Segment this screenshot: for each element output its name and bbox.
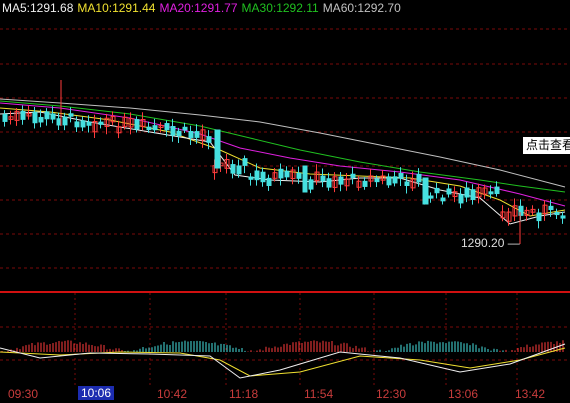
candle-down [434,187,440,194]
candlestick-chart[interactable] [0,0,570,385]
candle-down [398,173,404,179]
candle-down [326,178,332,188]
candle-down [248,176,254,180]
candle-down [68,113,74,117]
ma20-line [0,102,566,207]
candle-down [176,130,182,137]
candle-down [458,194,464,204]
ma5-value: MA5:1291.68 [2,1,74,15]
candle-down [50,113,56,120]
candle-down [182,126,188,131]
candle-down [62,116,68,126]
ma5-line [0,111,566,225]
candle-down [80,120,86,128]
candle-down [32,111,38,124]
ma30-value: MA30:1292.11 [241,1,319,15]
candle-down [548,205,554,211]
moving-average-legend: MA5:1291.68 MA10:1291.44 MA20:1291.77 MA30:… [2,1,405,15]
candle-down [194,131,200,138]
time-label-1042: 10:42 [157,387,188,401]
candle-down [362,180,368,187]
dea-line [0,347,566,377]
candle-down [554,212,560,216]
candle-down [188,131,194,138]
candle-down [56,118,62,126]
candle-down [242,158,248,166]
candle-down [422,177,429,205]
candle-down [20,110,26,120]
candle-down [308,179,314,190]
time-label-1230: 12:30 [376,387,407,401]
candle-down [98,121,104,125]
candle-down [38,116,44,123]
time-axis: 09:30 10:06 10:42 11:18 11:54 12:30 13:0… [0,385,570,403]
candle-down [74,121,80,128]
candle-down [392,176,398,184]
candle-down [374,178,380,183]
time-label-1006-selected[interactable]: 10:06 [78,386,115,400]
candle-down [206,136,212,143]
candle-down [284,170,290,178]
candle-down [230,164,236,174]
candle-down [2,113,8,122]
candle-down [560,215,566,219]
candle-down [464,187,470,198]
low-price-marker: 1290.20 — [461,236,520,250]
candle-down [260,171,266,183]
candle-down [170,126,176,136]
candle-down [302,165,308,193]
candle-down [428,195,434,199]
candle-down [44,111,50,120]
candle-down [350,173,356,179]
candle-down [536,212,542,222]
candle-down [236,165,242,175]
candle-down [470,189,476,201]
candle-down [320,175,326,182]
candle-down [146,126,152,131]
candle-down [214,129,221,169]
candle-down [338,176,344,185]
candle-down [152,125,158,131]
view-details-button[interactable]: 点击查看 [523,137,570,154]
time-label-1118: 11:18 [229,387,259,401]
candle-down [494,186,500,195]
candle-down [278,168,284,179]
ma20-value: MA20:1291.77 [159,1,238,15]
candle-down [440,197,446,202]
candle-down [266,177,272,186]
time-label-1154: 11:54 [304,387,334,401]
candle-down [296,172,302,179]
ma60-value: MA60:1292.70 [322,1,401,15]
candle-down [134,119,140,130]
time-label-1342: 13:42 [515,387,546,401]
ma10-value: MA10:1291.44 [77,1,156,15]
candle-down [488,191,494,195]
candle-down [86,121,92,126]
time-label-1306: 13:06 [448,387,479,401]
candle-down [404,181,410,186]
candle-down [254,170,260,181]
candle-down [164,123,170,131]
candle-down [386,176,392,186]
candle-down [416,173,422,183]
time-label-0930: 09:30 [8,387,39,401]
candle-down [446,188,452,195]
